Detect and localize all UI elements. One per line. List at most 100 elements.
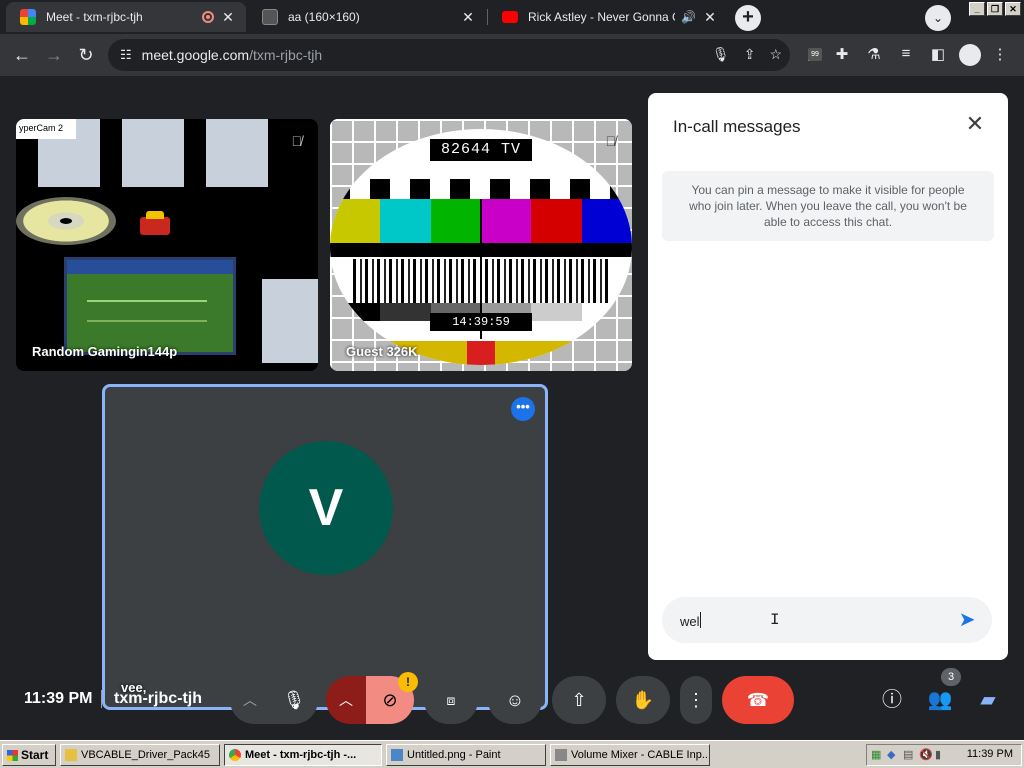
minimize-icon[interactable]: _ [969, 2, 985, 16]
address-bar[interactable]: ☷ meet.google.com/txm-rjbc-tjh 🎙 ⇪ ☆ [108, 39, 790, 71]
taskbar-clock: 11:39 PM [966, 748, 1013, 760]
tab-title: Meet - txm-rjbc-tjh [46, 10, 143, 24]
close-icon[interactable]: ✕ [220, 9, 236, 26]
folder-icon [65, 749, 77, 761]
meeting-info-icon[interactable]: ⓘ [878, 686, 906, 714]
participant-tile-testcard[interactable]: 82644 TV 14:39:59 🎙̸ Guest 326K [330, 119, 632, 371]
close-icon[interactable]: ✕ [702, 9, 718, 26]
tv-time-label: 14:39:59 [430, 313, 532, 331]
smiley-icon: ☺ [505, 690, 525, 710]
camera-off-icon: ⊘ [382, 690, 398, 710]
restore-icon[interactable]: ❐ [987, 2, 1003, 16]
microphone-icon: 🎙 [282, 690, 306, 710]
phone-hangup-icon: ☎ [746, 690, 770, 710]
avatar: V [259, 441, 393, 575]
reload-icon[interactable]: ↻ [74, 43, 98, 67]
football-pitch-image [64, 257, 236, 355]
meeting-code: txm-rjbc-tjh [114, 690, 202, 707]
taskbar-item-volume-mixer[interactable]: Volume Mixer - CABLE Inp... [550, 744, 710, 766]
youtube-favicon-icon [502, 11, 518, 23]
mic-off-icon: 🎙̸ [291, 133, 303, 149]
address-bar-actions: 🎙 ⇪ ☆ [712, 46, 782, 63]
close-icon[interactable]: ✕ [964, 113, 986, 135]
recording-icon [202, 11, 214, 23]
people-count-badge: 3 [941, 668, 961, 686]
taskbar-item-label: Volume Mixer - CABLE Inp... [571, 749, 710, 761]
collage-thumbnail [122, 119, 184, 187]
new-tab-button[interactable]: + [735, 5, 761, 31]
present-screen-button[interactable]: ⇧ [552, 676, 606, 724]
volume-muted-icon[interactable]: 🔇 [919, 749, 933, 761]
participant-tile-screenshare[interactable]: yperCam 2 🎙̸ Random Gamingin144p [16, 119, 318, 371]
speaker-icon[interactable]: 🔊 [681, 10, 696, 24]
tab-title: Rick Astley - Never Gonna Give [528, 10, 675, 24]
microphone-icon[interactable]: 🎙 [712, 46, 730, 63]
captions-button[interactable]: ⧈ [424, 676, 478, 724]
image-favicon-icon [262, 9, 278, 25]
menu-dots-icon[interactable]: ⋮ [990, 45, 1010, 63]
overlay-label: yperCam 2 [16, 119, 76, 139]
share-icon[interactable]: ⇪ [744, 46, 756, 63]
extension-badge: 99 [808, 48, 822, 61]
tv-channel-label: 82644 TV [430, 139, 532, 161]
tray-app-icon[interactable]: ◆ [887, 749, 899, 761]
more-options-button[interactable]: ⋮ [680, 676, 712, 724]
side-panel-icon[interactable]: ◧ [928, 45, 948, 63]
taskbar-item-folder[interactable]: VBCABLE_Driver_Pack45 [60, 744, 220, 766]
taskbar-item-chrome[interactable]: Meet - txm-rjbc-tjh -... [224, 744, 382, 766]
leave-call-button[interactable]: ☎ [722, 676, 794, 724]
collage-thumbnail [262, 279, 318, 363]
taskbar-item-label: Untitled.png - Paint [407, 749, 501, 761]
cd-disc-image [16, 197, 116, 245]
chat-panel: In-call messages ✕ You can pin a message… [648, 93, 1008, 660]
window-close-icon[interactable]: ✕ [1005, 2, 1021, 16]
forward-arrow-icon[interactable]: → [42, 43, 66, 67]
mic-off-icon: 🎙̸ [605, 133, 617, 149]
close-icon[interactable]: ✕ [460, 9, 476, 26]
chevron-up-icon: ︿ [243, 692, 257, 708]
ibeam-cursor-icon: I [770, 611, 780, 629]
system-tray: ▦ ◆ ▤ 🔇 ▮ 11:39 PM [866, 744, 1022, 766]
participant-name: Random Gamingin144p [32, 344, 178, 359]
tray-display-icon[interactable]: ▤ [903, 749, 915, 761]
audio-options-button[interactable]: ︿ [230, 676, 270, 724]
chat-icon[interactable]: ▰ [974, 686, 1002, 714]
microphone-button[interactable]: 🎙 [270, 676, 318, 724]
camera-warning-badge: ! [398, 672, 418, 692]
bookmark-star-icon[interactable]: ☆ [769, 46, 782, 63]
raise-hand-button[interactable]: ✋ [616, 676, 670, 724]
back-arrow-icon[interactable]: ← [10, 43, 34, 67]
labs-flask-icon[interactable]: ⚗ [864, 45, 884, 63]
checkerboard [330, 179, 632, 199]
people-icon[interactable]: 👥 [926, 686, 954, 714]
hand-icon: ✋ [631, 690, 655, 710]
tab-meet[interactable]: Meet - txm-rjbc-tjh ✕ [6, 2, 246, 32]
participant-name: Guest 326K [346, 344, 418, 359]
start-button[interactable]: Start [2, 744, 56, 766]
captions-icon: ⧈ [446, 692, 456, 708]
more-options-icon[interactable]: ••• [511, 397, 535, 421]
chat-pin-note: You can pin a message to make it visible… [662, 171, 994, 241]
tab-youtube[interactable]: Rick Astley - Never Gonna Give 🔊 ✕ [488, 2, 728, 32]
tab-image[interactable]: aa (160×160) ✕ [248, 2, 486, 32]
site-settings-icon[interactable]: ☷ [120, 47, 132, 63]
participant-tile-self[interactable]: V ••• vee, [102, 384, 548, 710]
windows-taskbar: Start VBCABLE_Driver_Pack45 Meet - txm-r… [0, 740, 1024, 768]
chat-message-input[interactable] [680, 611, 940, 631]
tab-search-button[interactable]: ⌄ [925, 5, 951, 31]
profile-avatar-icon[interactable] [959, 44, 981, 66]
reactions-button[interactable]: ☺ [488, 676, 542, 724]
media-queue-icon[interactable]: ≡ [896, 45, 916, 62]
taskbar-item-label: VBCABLE_Driver_Pack45 [81, 749, 211, 761]
network-icon[interactable]: ▦ [871, 749, 883, 761]
video-options-button[interactable]: ︿ [326, 676, 366, 724]
send-icon[interactable]: ➤ [954, 607, 980, 633]
meet-favicon-icon [20, 9, 36, 25]
taskbar-item-paint[interactable]: Untitled.png - Paint [386, 744, 546, 766]
puzzle-extensions-icon[interactable]: ✚ [832, 45, 852, 63]
red-object-image [140, 211, 170, 235]
tray-device-icon[interactable]: ▮ [935, 749, 947, 761]
divider [101, 690, 102, 708]
url-host: meet.google.com [141, 47, 250, 63]
chat-input-box[interactable]: I ➤ [662, 597, 992, 643]
